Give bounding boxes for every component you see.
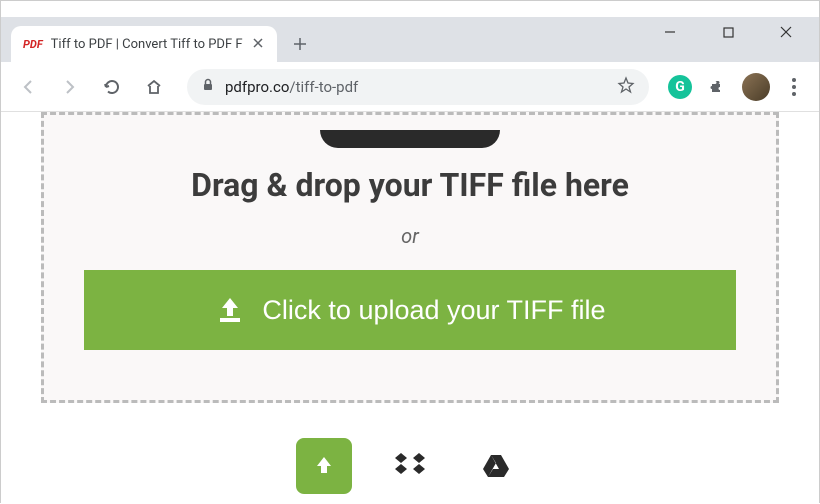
browser-toolbar: pdfpro.co/tiff-to-pdf G (1, 62, 819, 112)
browser-tab[interactable]: PDF Tiff to PDF | Convert Tiff to PDF F (11, 26, 277, 62)
back-button[interactable] (11, 70, 45, 104)
window-minimize-button[interactable] (655, 17, 685, 47)
extensions-button[interactable] (703, 72, 733, 102)
dropzone-heading: Drag & drop your TIFF file here (84, 166, 736, 204)
window-maximize-button[interactable] (713, 17, 743, 47)
address-bar[interactable]: pdfpro.co/tiff-to-pdf (187, 69, 649, 105)
dropzone-top-decoration (320, 130, 500, 148)
tab-close-button[interactable] (251, 34, 265, 54)
upload-button[interactable]: Click to upload your TIFF file (84, 270, 736, 350)
tab-title: Tiff to PDF | Convert Tiff to PDF F (51, 37, 243, 52)
window-close-button[interactable] (771, 17, 801, 47)
reload-button[interactable] (95, 70, 129, 104)
local-upload-option[interactable] (296, 438, 352, 494)
file-dropzone[interactable]: Drag & drop your TIFF file here or Click… (41, 112, 779, 403)
drive-option[interactable] (468, 438, 524, 494)
home-button[interactable] (137, 70, 171, 104)
profile-avatar[interactable] (741, 72, 771, 102)
browser-menu-button[interactable] (779, 72, 809, 102)
bookmark-star-icon[interactable] (617, 76, 635, 98)
dropzone-or-text: or (84, 224, 736, 248)
dropbox-option[interactable] (382, 438, 438, 494)
new-tab-button[interactable] (285, 29, 315, 59)
storage-options-row (41, 438, 779, 494)
page-content[interactable]: Drag & drop your TIFF file here or Click… (1, 112, 819, 504)
tab-favicon: PDF (23, 38, 43, 51)
upload-icon (214, 294, 246, 326)
grammarly-extension-icon[interactable]: G (665, 72, 695, 102)
lock-icon (201, 77, 215, 96)
upload-button-label: Click to upload your TIFF file (262, 295, 605, 326)
url-text: pdfpro.co/tiff-to-pdf (225, 78, 607, 96)
forward-button[interactable] (53, 70, 87, 104)
